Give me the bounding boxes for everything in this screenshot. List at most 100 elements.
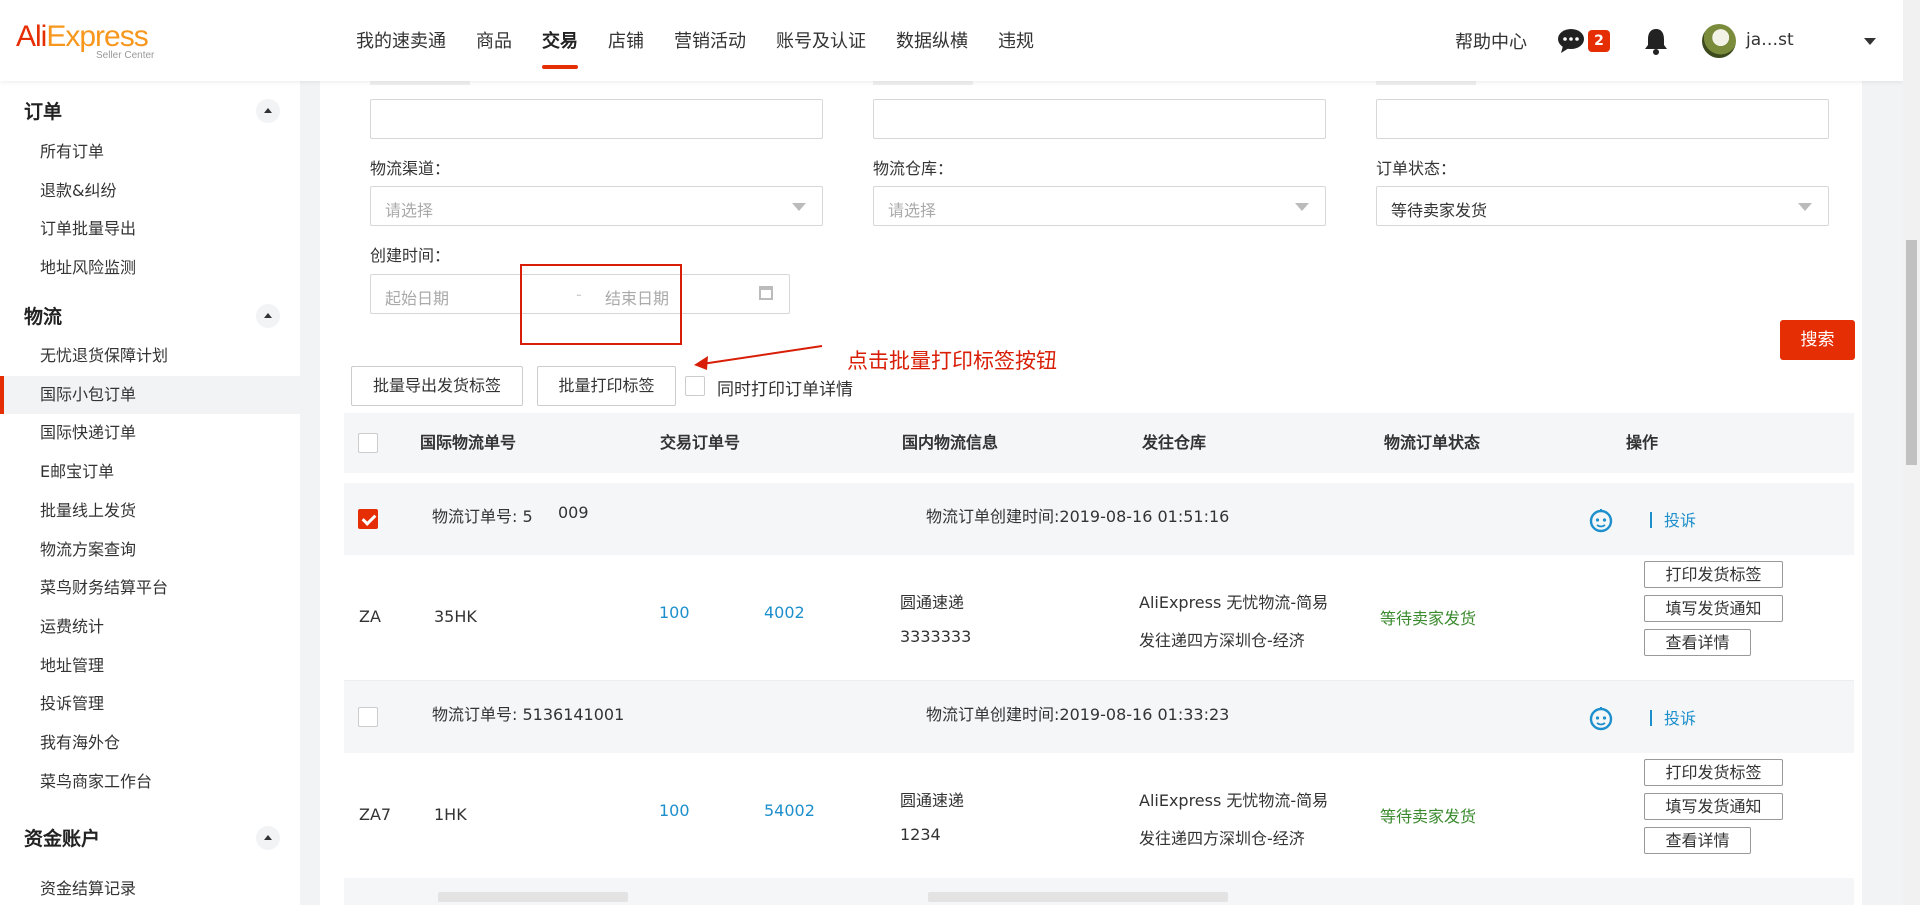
warehouse-line2: 发往递四方深圳仓-经济 [1139,829,1305,848]
start-date-placeholder[interactable]: 起始日期 [385,285,449,309]
tracking-number: 3333333 [900,627,972,646]
logistics-warehouse-label: 物流仓库： [873,159,954,178]
logistics-warehouse-select[interactable]: 请选择 [873,186,1326,226]
select-value: 等待卖家发货 [1391,201,1488,220]
logistics-channel-select[interactable]: 请选择 [370,186,823,226]
calendar-icon[interactable] [759,286,773,300]
help-center-link[interactable]: 帮助中心 [1455,28,1527,54]
action-button[interactable]: 填写发货通知 [1644,595,1783,622]
table-header: 国际物流单号 交易订单号 国内物流信息 发往仓库 物流订单状态 操作 [344,413,1854,473]
logistics-order-input[interactable] [1376,99,1829,139]
select-all-checkbox[interactable] [358,433,378,453]
print-detail-checkbox[interactable] [685,376,705,396]
clipped-label [370,81,470,85]
intl-logistics-input[interactable] [873,99,1326,139]
top-header: AliExpress Seller Center 我的速卖通 商品 交易 店铺 营销活动… [0,0,1903,81]
trade-order-link-tail[interactable]: 4002 [764,603,805,622]
nav-item-5[interactable]: 账号及认证 [776,0,866,81]
order-status-select[interactable]: 等待卖家发货 [1376,186,1829,226]
sidebar-item[interactable]: 菜鸟商家工作台 [0,763,300,801]
trade-order-link-tail[interactable]: 54002 [764,801,815,820]
avatar[interactable] [1702,24,1736,58]
trade-order-link[interactable]: 100 [659,801,690,820]
nav-item-3[interactable]: 店铺 [608,0,644,81]
sidebar-item[interactable]: 地址管理 [0,647,300,685]
main-panel: 物流渠道： 物流仓库： 订单状态： 请选择 请选择 等待卖家发货 创建时间： 起… [320,81,1862,905]
action-button[interactable]: 打印发货标签 [1644,759,1783,786]
sidebar-item[interactable]: E邮宝订单 [0,453,300,491]
sidebar-group-title[interactable]: 资金账户 [24,824,100,851]
caret-down-icon [792,203,806,211]
chevron-down-icon[interactable] [1864,38,1876,45]
sidebar-item[interactable]: 订单批量导出 [0,210,300,248]
nav-item-0[interactable]: 我的速卖通 [356,0,446,81]
print-detail-label: 同时打印订单详情 [717,380,853,400]
page-scrollbar[interactable] [1903,0,1920,905]
trade-order-link[interactable]: 100 [659,603,690,622]
highlight-box [520,264,682,345]
sidebar-item[interactable]: 退款&纠纷 [0,172,300,210]
sidebar-item[interactable]: 国际快递订单 [0,414,300,452]
order-checkbox[interactable] [358,509,378,529]
action-button[interactable]: 查看详情 [1644,629,1751,656]
chat-icon[interactable] [1557,28,1585,54]
clipped-label [1376,81,1476,85]
order-status-label: 订单状态： [1376,159,1457,178]
nav-item-1[interactable]: 商品 [476,0,512,81]
table-row-partial [344,878,1854,905]
complaint-link[interactable]: 投诉 [1664,507,1696,531]
carrier-name: 圆通速递 [900,593,965,612]
sidebar-item[interactable]: 批量线上发货 [0,492,300,530]
action-button[interactable]: 打印发货标签 [1644,561,1783,588]
scrollbar-thumb[interactable] [1906,240,1917,465]
sidebar-item[interactable]: 地址风险监测 [0,249,300,287]
sidebar-item[interactable]: 物流方案查询 [0,531,300,569]
select-placeholder: 请选择 [888,201,937,220]
intl-logistics-number: ZA7 [359,805,392,824]
sidebar-group-title[interactable]: 物流 [24,302,62,329]
search-button[interactable]: 搜索 [1780,320,1855,360]
customer-service-icon[interactable] [1588,507,1614,533]
user-name[interactable]: ja…st [1746,30,1794,50]
sidebar-item[interactable]: 国际小包订单 [0,375,300,414]
intl-logistics-number: ZA [359,607,381,626]
batch-print-label-button[interactable]: 批量打印标签 [537,366,676,406]
sidebar-group-title[interactable]: 订单 [24,97,62,124]
table-row: ZA 35HK 100 4002 圆通速递 3333333 AliExpress 无忧物流-… [344,555,1854,681]
warehouse-line2: 发往递四方深圳仓-经济 [1139,631,1305,650]
customer-service-icon[interactable] [1588,705,1614,731]
annotation-text: 点击批量打印标签按钮 [847,349,1057,373]
column-header: 国内物流信息 [902,433,999,452]
logo-subtitle: Seller Center [96,50,155,61]
trade-order-input[interactable] [370,99,823,139]
create-time-label: 创建时间： [370,246,451,265]
warehouse-line1: AliExpress 无忧物流-简易 [1139,791,1329,810]
collapse-toggle-icon[interactable] [256,826,280,850]
action-button[interactable]: 查看详情 [1644,827,1751,854]
sidebar-item[interactable]: 投诉管理 [0,685,300,723]
nav-item-6[interactable]: 数据纵横 [896,0,968,81]
order-group-row: 物流订单号: 5136141001 物流订单创建时间:2019-08-16 01:… [344,681,1854,753]
column-header: 发往仓库 [1142,433,1207,452]
sidebar-item[interactable]: 我有海外仓 [0,724,300,762]
sidebar-item[interactable]: 菜鸟财务结算平台 [0,569,300,607]
complaint-link[interactable]: 投诉 [1664,705,1696,729]
order-created-time: 物流订单创建时间:2019-08-16 01:51:16 [926,507,1230,526]
order-checkbox[interactable] [358,707,378,727]
sidebar-item[interactable]: 无忧退货保障计划 [0,337,300,375]
order-created-time: 物流订单创建时间:2019-08-16 01:33:23 [926,705,1230,724]
aliexpress-logo[interactable]: AliExpress Seller Center [16,22,166,62]
sidebar-item[interactable]: 所有订单 [0,133,300,171]
sidebar-item[interactable]: 运费统计 [0,608,300,646]
collapse-toggle-icon[interactable] [256,304,280,328]
nav-item-4[interactable]: 营销活动 [674,0,746,81]
column-header: 操作 [1626,433,1659,452]
nav-item-7[interactable]: 违规 [998,0,1034,81]
bell-icon[interactable] [1643,27,1669,55]
sidebar-item[interactable]: 资金结算记录 [0,870,300,905]
batch-export-label-button[interactable]: 批量导出发货标签 [351,366,523,406]
collapse-toggle-icon[interactable] [256,99,280,123]
select-placeholder: 请选择 [385,201,434,220]
action-button[interactable]: 填写发货通知 [1644,793,1783,820]
nav-item-2[interactable]: 交易 [542,0,578,81]
